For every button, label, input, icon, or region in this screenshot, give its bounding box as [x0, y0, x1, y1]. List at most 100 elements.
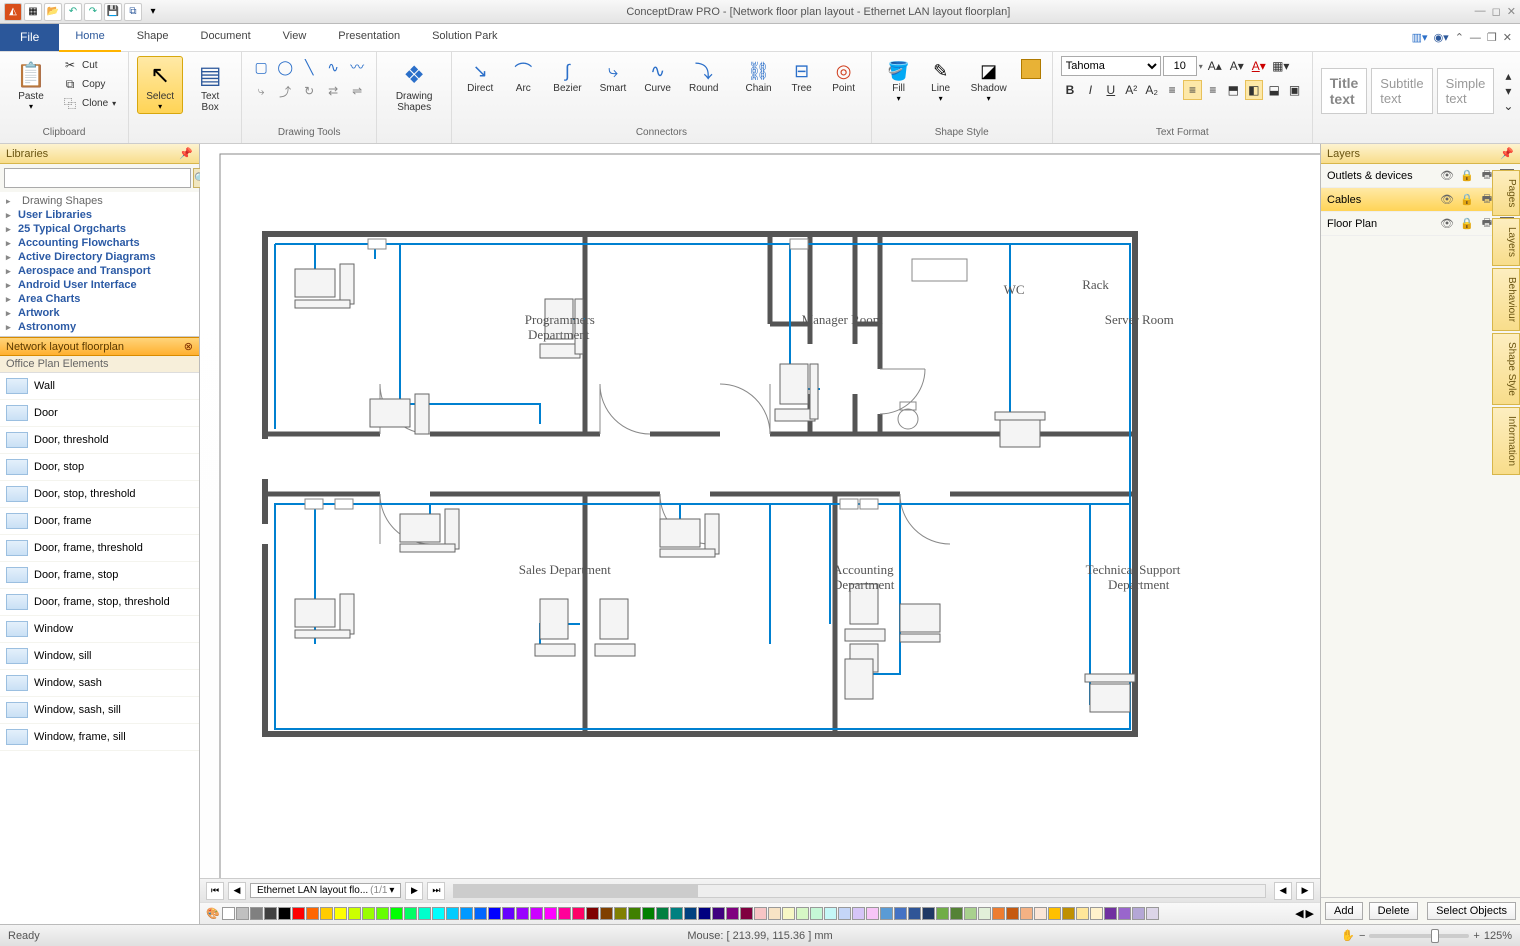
color-swatch[interactable]	[572, 907, 585, 920]
tab-view[interactable]: View	[267, 24, 323, 51]
library-tree[interactable]: Drawing Shapes User Libraries 25 Typical…	[0, 192, 199, 337]
tree-root[interactable]: Drawing Shapes	[2, 194, 197, 208]
library-item[interactable]: Window	[0, 616, 199, 643]
library-item[interactable]: Door, frame, threshold	[0, 535, 199, 562]
color-swatch[interactable]	[1006, 907, 1019, 920]
tree-node[interactable]: Accounting Flowcharts	[2, 236, 197, 250]
color-swatch[interactable]	[754, 907, 767, 920]
qat-open-icon[interactable]: 📂	[44, 3, 62, 21]
color-swatch[interactable]	[516, 907, 529, 920]
layer-row[interactable]: Floor Plan👁🔒🖶	[1321, 212, 1520, 236]
color-swatch[interactable]	[880, 907, 893, 920]
color-swatch[interactable]	[712, 907, 725, 920]
title-text-style[interactable]: Title text	[1321, 68, 1368, 114]
visibility-icon[interactable]: 👁	[1440, 217, 1454, 230]
scroll-left-icon[interactable]: ◀	[1274, 882, 1292, 900]
increase-font-icon[interactable]: A▴	[1205, 56, 1225, 76]
select-tool-button[interactable]: ↖Select▾	[137, 56, 183, 114]
color-swatch[interactable]	[236, 907, 249, 920]
library-item[interactable]: Door, frame, stop	[0, 562, 199, 589]
fill-button[interactable]: 🪣Fill▾	[880, 56, 918, 106]
connector-chain-button[interactable]: ⛓Chain	[738, 56, 778, 97]
color-swatch[interactable]	[656, 907, 669, 920]
sheet-tab[interactable]: Ethernet LAN layout flo... (1/1▾	[250, 883, 401, 898]
qat-new-icon[interactable]: ▦	[24, 3, 42, 21]
paste-button[interactable]: 📋Paste▾	[8, 56, 54, 114]
color-swatch[interactable]	[1104, 907, 1117, 920]
tree-node[interactable]: User Libraries	[2, 208, 197, 222]
clone-button[interactable]: ⿻Clone▾	[58, 94, 120, 112]
bold-button[interactable]: B	[1061, 80, 1079, 100]
decrease-font-icon[interactable]: A▾	[1227, 56, 1247, 76]
shape-style-gallery-icon[interactable]	[1018, 56, 1044, 82]
color-swatch[interactable]	[824, 907, 837, 920]
font-size-input[interactable]	[1163, 56, 1197, 76]
connector-bezier-button[interactable]: ∫Bezier	[546, 56, 588, 97]
color-swatch[interactable]	[950, 907, 963, 920]
color-swatch[interactable]	[320, 907, 333, 920]
shadow-button[interactable]: ◪Shadow▾	[964, 56, 1014, 106]
style-more-icon[interactable]: ⌄	[1498, 99, 1518, 113]
visibility-icon[interactable]: 👁	[1440, 169, 1454, 182]
zoom-level[interactable]: 125%	[1484, 930, 1512, 942]
color-swatch[interactable]	[586, 907, 599, 920]
color-swatch[interactable]	[796, 907, 809, 920]
library-item[interactable]: Window, sill	[0, 643, 199, 670]
tab-document[interactable]: Document	[185, 24, 267, 51]
shape-ellipse-icon[interactable]: ◯	[274, 56, 296, 78]
tab-solution-park[interactable]: Solution Park	[416, 24, 513, 51]
align-center-button[interactable]: ≡	[1183, 80, 1201, 100]
tab-presentation[interactable]: Presentation	[322, 24, 416, 51]
color-swatch[interactable]	[530, 907, 543, 920]
scroll-right-icon[interactable]: ▶	[1296, 882, 1314, 900]
color-swatch[interactable]	[1048, 907, 1061, 920]
text-box-button[interactable]: ▣	[1285, 80, 1303, 100]
color-swatch[interactable]	[838, 907, 851, 920]
collapse-ribbon-icon[interactable]: ⌃	[1455, 31, 1464, 44]
library-item[interactable]: Window, frame, sill	[0, 724, 199, 751]
copy-button[interactable]: ⧉Copy	[58, 75, 120, 93]
library-items-list[interactable]: WallDoorDoor, thresholdDoor, stopDoor, s…	[0, 373, 199, 924]
color-swatch[interactable]	[936, 907, 949, 920]
color-swatch[interactable]	[488, 907, 501, 920]
side-tab-pages[interactable]: Pages	[1492, 170, 1520, 216]
side-tab-layers[interactable]: Layers	[1492, 218, 1520, 266]
side-tab-information[interactable]: Information	[1492, 407, 1520, 475]
sheet-prev-icon[interactable]: ◀	[228, 882, 246, 900]
library-subcategory[interactable]: Office Plan Elements	[0, 356, 199, 373]
select-objects-button[interactable]: Select Objects	[1427, 902, 1516, 920]
tree-node[interactable]: Area Charts	[2, 292, 197, 306]
side-tab-shape-style[interactable]: Shape Style	[1492, 333, 1520, 405]
subscript-button[interactable]: A₂	[1142, 80, 1160, 100]
doc-close-icon[interactable]: ✕	[1503, 31, 1512, 44]
library-item[interactable]: Door, frame, stop, threshold	[0, 589, 199, 616]
cut-button[interactable]: ✂Cut	[58, 56, 120, 74]
file-menu[interactable]: File	[0, 24, 59, 51]
tab-home[interactable]: Home	[59, 24, 120, 51]
color-swatch[interactable]	[908, 907, 921, 920]
library-item[interactable]: Door, threshold	[0, 427, 199, 454]
library-item[interactable]: Door, stop	[0, 454, 199, 481]
connector-point-button[interactable]: ◎Point	[825, 56, 863, 97]
color-swatch[interactable]	[404, 907, 417, 920]
tree-node[interactable]: 25 Typical Orgcharts	[2, 222, 197, 236]
palette-scroll-right-icon[interactable]: ▶	[1306, 907, 1314, 920]
underline-button[interactable]: U	[1102, 80, 1120, 100]
style-up-icon[interactable]: ▴	[1498, 69, 1518, 83]
color-swatch[interactable]	[698, 907, 711, 920]
library-item[interactable]: Window, sash	[0, 670, 199, 697]
line-button[interactable]: ✎Line▾	[922, 56, 960, 106]
color-swatch[interactable]	[418, 907, 431, 920]
tree-node[interactable]: Android User Interface	[2, 278, 197, 292]
connector-smart-button[interactable]: ⤷Smart	[593, 56, 634, 97]
color-swatch[interactable]	[362, 907, 375, 920]
library-item[interactable]: Door, frame	[0, 508, 199, 535]
connector-round-button[interactable]: ⤵Round	[682, 56, 725, 97]
color-swatch[interactable]	[1076, 907, 1089, 920]
color-swatch[interactable]	[278, 907, 291, 920]
tab-shape[interactable]: Shape	[121, 24, 185, 51]
layer-row[interactable]: Cables👁🔒🖶	[1321, 188, 1520, 212]
shape-arrow1-icon[interactable]: ⤷	[250, 80, 272, 102]
qat-dropdown-icon[interactable]: ▾	[144, 3, 162, 21]
color-swatch[interactable]	[810, 907, 823, 920]
